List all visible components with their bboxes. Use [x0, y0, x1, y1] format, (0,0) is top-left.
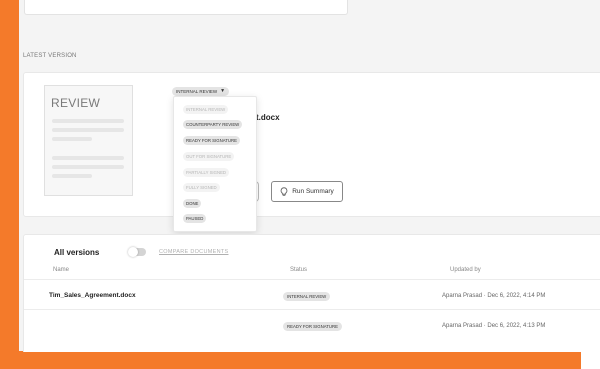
compare-toggle[interactable]: [128, 247, 146, 257]
column-header-updated: Updated by: [450, 267, 481, 273]
status-option-out-for-signature: OUT FOR SIGNATURE: [183, 152, 235, 161]
compare-documents-link[interactable]: COMPARE DOCUMENTS: [159, 249, 228, 255]
preview-line: [52, 156, 124, 160]
preview-line: [52, 119, 124, 123]
version-row-name[interactable]: Tim_Sales_Agreement.docx: [49, 292, 136, 299]
latest-version-label: LATEST VERSION: [23, 53, 77, 59]
status-option-ready-for-signature[interactable]: READY FOR SIGNATURE: [183, 136, 240, 145]
version-row-updated: Aparna Prasad · Dec 6, 2022, 4:14 PM: [442, 293, 546, 299]
status-option-done[interactable]: DONE: [183, 199, 202, 208]
chevron-down-icon: ▼: [220, 88, 226, 94]
latest-file-name: t.docx: [256, 113, 280, 122]
run-summary-button[interactable]: Run Summary: [271, 181, 343, 202]
status-dropdown-menu: INTERNAL REVIEW COUNTERPARTY REVIEW READ…: [173, 96, 257, 232]
row-divider: [24, 309, 600, 310]
status-option-partially-signed: PARTIALLY SIGNED: [183, 168, 230, 177]
all-versions-title: All versions: [54, 248, 100, 257]
run-summary-label: Run Summary: [292, 188, 334, 195]
preview-line: [52, 137, 92, 141]
column-header-status: Status: [290, 267, 308, 273]
column-header-name: Name: [53, 267, 70, 273]
status-dropdown-label: INTERNAL REVIEW: [176, 89, 218, 94]
status-option-paused[interactable]: PAUSED: [183, 214, 207, 223]
preview-line: [52, 128, 124, 132]
header-divider: [24, 279, 600, 280]
version-row-updated: Aparna Prasad · Dec 6, 2022, 4:13 PM: [442, 323, 546, 329]
status-dropdown-toggle[interactable]: INTERNAL REVIEW ▼: [172, 87, 230, 96]
version-row-status: INTERNAL REVIEW: [283, 292, 331, 301]
toggle-knob: [128, 247, 138, 257]
previous-card: [24, 0, 348, 15]
version-row-status: READY FOR SIGNATURE: [283, 322, 342, 331]
preview-title: REVIEW: [51, 96, 101, 110]
brand-sidebar-strip: [0, 0, 19, 369]
status-option-fully-signed: FULLY SIGNED: [183, 183, 220, 192]
preview-line: [52, 165, 124, 169]
lightbulb-icon: [280, 186, 288, 196]
status-option-internal-review: INTERNAL REVIEW: [183, 105, 229, 114]
brand-bottom-strip: [0, 351, 581, 369]
status-option-counterparty-review[interactable]: COUNTERPARTY REVIEW: [183, 120, 243, 129]
document-preview[interactable]: REVIEW: [44, 85, 133, 196]
preview-line: [52, 174, 92, 178]
